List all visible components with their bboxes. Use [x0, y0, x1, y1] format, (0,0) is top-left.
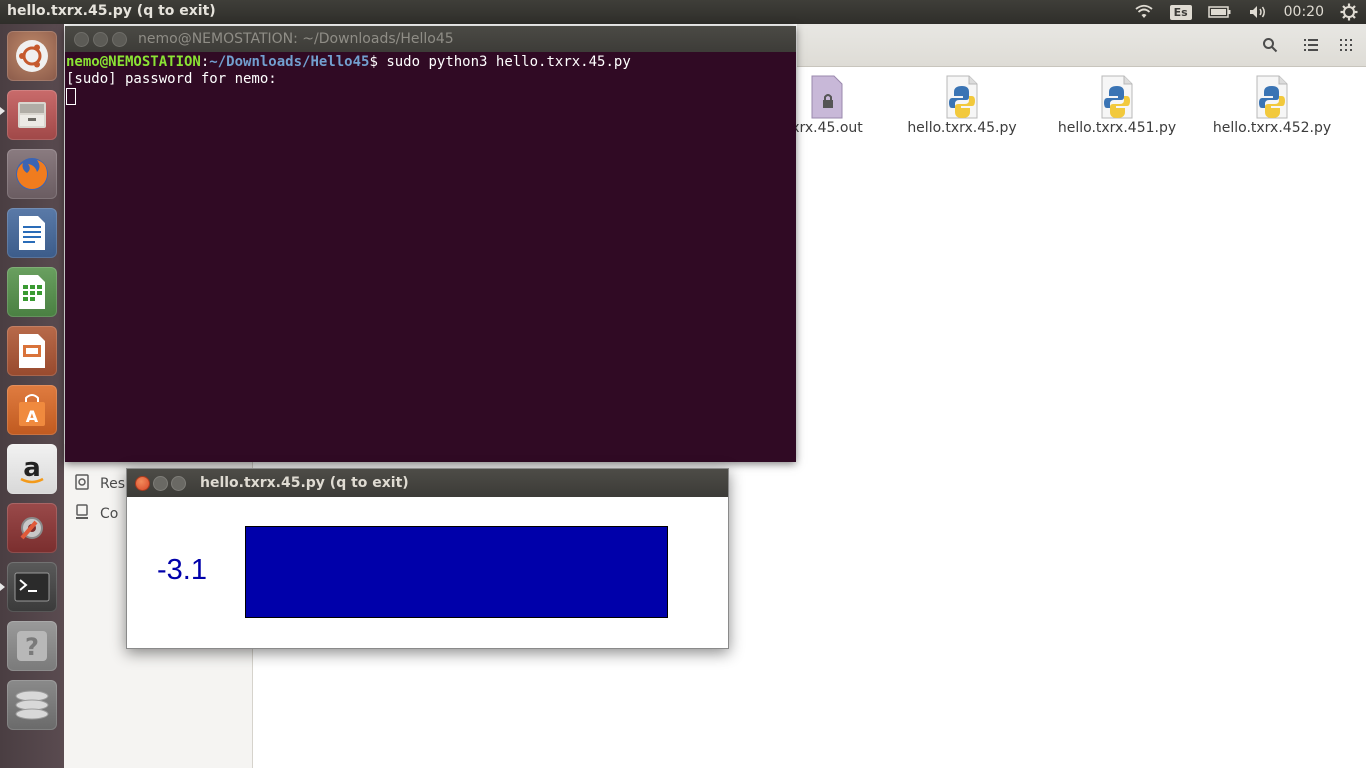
- sidebar-item-restore[interactable]: Res: [74, 474, 125, 494]
- disk-icon[interactable]: [7, 680, 57, 730]
- grid-view-icon[interactable]: [1331, 32, 1361, 58]
- prompt-path: ~/Downloads/Hello45: [209, 54, 370, 70]
- level-bar: [245, 526, 668, 618]
- shopping-bag-icon[interactable]: A: [7, 385, 57, 435]
- close-icon[interactable]: [74, 32, 89, 47]
- ubuntu-logo-icon[interactable]: [7, 31, 57, 81]
- sidebar-item-computer[interactable]: Co: [74, 504, 118, 524]
- computer-icon: [74, 504, 90, 524]
- launcher: A a ?: [0, 24, 65, 768]
- prompt-symbol: $: [369, 54, 387, 70]
- search-icon[interactable]: [1255, 32, 1285, 58]
- settings-icon[interactable]: [7, 503, 57, 553]
- value-readout: -3.1: [157, 554, 207, 586]
- terminal-window[interactable]: nemo@NEMOSTATION: ~/Downloads/Hello45 ne…: [65, 26, 796, 462]
- maximize-icon[interactable]: [112, 32, 127, 47]
- sidebar-item-label: Res: [100, 476, 126, 492]
- terminal-icon[interactable]: [7, 562, 57, 612]
- running-indicator: [0, 583, 5, 591]
- svg-text:a: a: [23, 453, 41, 483]
- restore-icon: [74, 474, 90, 494]
- maximize-icon[interactable]: [171, 476, 186, 491]
- python-file-icon: [945, 74, 979, 120]
- locked-file-icon: [810, 74, 844, 120]
- keyboard-layout-label: Es: [1169, 4, 1192, 20]
- file-cabinet-icon[interactable]: [7, 90, 57, 140]
- svg-text:A: A: [26, 407, 39, 426]
- help-icon[interactable]: ?: [7, 621, 57, 671]
- volume-icon[interactable]: [1240, 0, 1276, 24]
- gear-icon[interactable]: [1332, 0, 1366, 24]
- amazon-icon[interactable]: a: [7, 444, 57, 494]
- active-window-title: hello.txrx.45.py (q to exit): [7, 3, 216, 19]
- python-file-icon: [1255, 74, 1289, 120]
- svg-text:?: ?: [25, 633, 39, 661]
- firefox-icon[interactable]: [7, 149, 57, 199]
- file-manager-toolbar: [797, 24, 1366, 67]
- running-indicator: [0, 107, 5, 115]
- app-title: hello.txrx.45.py (q to exit): [200, 475, 409, 491]
- terminal-output[interactable]: nemo@NEMOSTATION:~/Downloads/Hello45$ su…: [65, 52, 796, 108]
- file-name: hello.txrx.452.py: [1212, 120, 1332, 136]
- top-panel: hello.txrx.45.py (q to exit) Es 00:20: [0, 0, 1366, 24]
- minimize-icon[interactable]: [93, 32, 108, 47]
- terminal-command: sudo python3 hello.txrx.45.py: [386, 54, 631, 70]
- terminal-titlebar[interactable]: nemo@NEMOSTATION: ~/Downloads/Hello45: [65, 26, 796, 52]
- file-name: hello.txrx.451.py: [1057, 120, 1177, 136]
- battery-icon[interactable]: [1200, 0, 1240, 24]
- terminal-output-line: [sudo] password for nemo:: [66, 71, 277, 87]
- file-item[interactable]: hello.txrx.452.py: [1197, 74, 1347, 136]
- sidebar-item-label: Co: [100, 506, 119, 522]
- minimize-icon[interactable]: [153, 476, 168, 491]
- clock-label: 00:20: [1283, 4, 1324, 20]
- calc-icon[interactable]: [7, 267, 57, 317]
- impress-icon[interactable]: [7, 326, 57, 376]
- file-item[interactable]: hello.txrx.45.py: [887, 74, 1037, 136]
- file-name: hello.txrx.45.py: [907, 120, 1017, 136]
- wifi-icon[interactable]: [1126, 0, 1162, 24]
- python-file-icon: [1100, 74, 1134, 120]
- file-item[interactable]: hello.txrx.451.py: [1042, 74, 1192, 136]
- terminal-title: nemo@NEMOSTATION: ~/Downloads/Hello45: [138, 31, 454, 47]
- close-icon[interactable]: [135, 476, 150, 491]
- system-tray: Es 00:20: [1126, 0, 1366, 24]
- prompt-user: nemo@NEMOSTATION: [66, 54, 201, 70]
- list-view-icon[interactable]: [1296, 32, 1326, 58]
- writer-icon[interactable]: [7, 208, 57, 258]
- app-titlebar[interactable]: hello.txrx.45.py (q to exit): [127, 469, 728, 497]
- terminal-cursor: [66, 88, 76, 105]
- app-window[interactable]: hello.txrx.45.py (q to exit) -3.1: [126, 468, 729, 649]
- clock[interactable]: 00:20: [1276, 0, 1332, 24]
- keyboard-icon[interactable]: Es: [1162, 0, 1200, 24]
